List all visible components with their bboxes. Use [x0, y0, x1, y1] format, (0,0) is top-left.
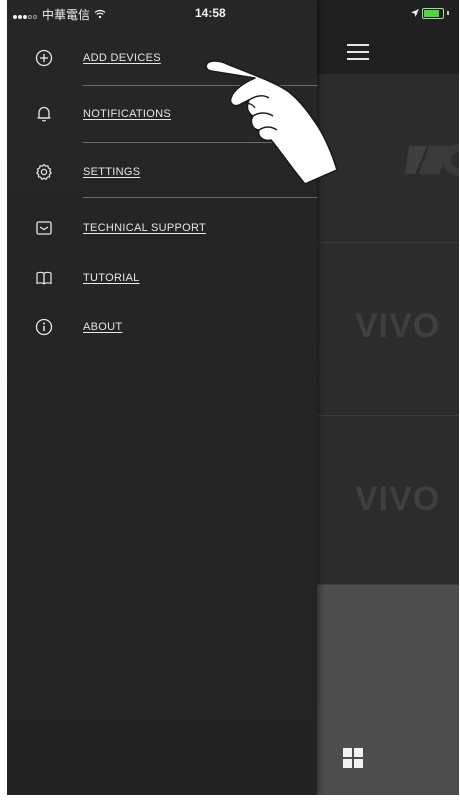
brand-logo-icon	[405, 140, 459, 190]
battery-icon	[422, 7, 444, 19]
status-right	[411, 6, 449, 20]
phone-screen: VIVO VIVO ADD DEVICES NOTIFICATIONS SETT…	[7, 0, 459, 795]
mail-icon	[35, 219, 53, 237]
status-left: 中華電信	[13, 6, 106, 23]
battery-tip	[447, 11, 449, 15]
menu-item-label: TUTORIAL	[83, 272, 140, 284]
status-time: 14:58	[195, 6, 226, 20]
book-icon	[35, 269, 53, 287]
signal-strength-icon	[13, 8, 38, 22]
grid-view-icon[interactable]	[343, 748, 363, 768]
bell-icon	[35, 105, 53, 123]
menu-divider	[83, 197, 317, 198]
menu-item-label: NOTIFICATIONS	[83, 108, 172, 120]
device-card[interactable]: VIVO	[317, 243, 459, 416]
device-brand-text: VIVO	[355, 307, 441, 345]
menu-item-about[interactable]: ABOUT	[7, 307, 317, 347]
hamburger-menu-icon[interactable]	[347, 44, 369, 60]
menu-item-label: TECHNICAL SUPPORT	[83, 222, 207, 234]
menu-item-tutorial[interactable]: TUTORIAL	[7, 258, 317, 298]
wifi-icon	[94, 8, 106, 22]
menu-item-label: ABOUT	[83, 321, 123, 333]
pointing-hand-icon	[197, 52, 347, 197]
plus-circle-icon	[35, 49, 53, 67]
device-brand-text: VIVO	[355, 480, 441, 518]
menu-item-label: SETTINGS	[83, 166, 141, 178]
info-icon	[35, 318, 53, 336]
menu-item-technical-support[interactable]: TECHNICAL SUPPORT	[7, 208, 317, 248]
carrier-name: 中華電信	[42, 8, 91, 22]
menu-item-label: ADD DEVICES	[83, 52, 161, 64]
device-card[interactable]: VIVO	[317, 416, 459, 585]
gear-icon	[35, 163, 53, 181]
status-bar: 中華電信 14:58	[7, 0, 459, 24]
empty-device-slot	[317, 585, 459, 795]
location-arrow-icon	[411, 6, 419, 20]
